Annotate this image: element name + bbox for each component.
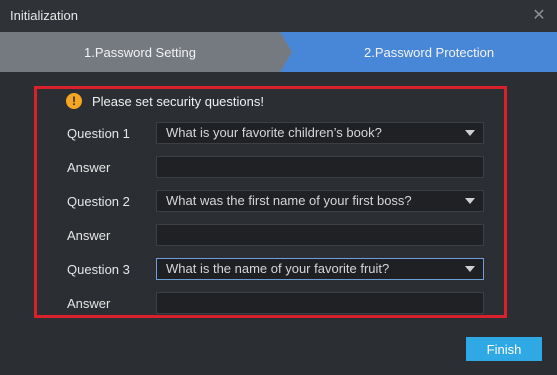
window-title: Initialization bbox=[10, 8, 78, 23]
step-label-1: 1.Password Setting bbox=[84, 45, 197, 60]
question-3-label: Question 3 bbox=[67, 262, 130, 277]
answer-2-input[interactable] bbox=[156, 224, 484, 246]
question-3-select[interactable]: What is the name of your favorite fruit? bbox=[156, 258, 484, 280]
answer-2-label: Answer bbox=[67, 228, 111, 243]
question-1-value: What is your favorite children’s book? bbox=[166, 125, 382, 140]
answer-3-label: Answer bbox=[67, 296, 111, 311]
question-2-value: What was the first name of your first bo… bbox=[166, 193, 412, 208]
step-password-setting: 1.Password Setting bbox=[0, 32, 292, 72]
question-2-label: Question 2 bbox=[67, 194, 130, 209]
question-1-select[interactable]: What is your favorite children’s book? bbox=[156, 122, 484, 144]
warning-icon: ! bbox=[66, 93, 82, 109]
question-3-value: What is the name of your favorite fruit? bbox=[166, 261, 390, 276]
title-bar: Initialization ✕ bbox=[0, 0, 557, 32]
answer-1-input[interactable] bbox=[156, 156, 484, 178]
step-label-2: 2.Password Protection bbox=[364, 45, 495, 60]
answer-3-input[interactable] bbox=[156, 292, 484, 314]
answer-1-label: Answer bbox=[67, 160, 111, 175]
question-2-select[interactable]: What was the first name of your first bo… bbox=[156, 190, 484, 212]
notice-text: Please set security questions! bbox=[92, 93, 264, 109]
chevron-down-icon bbox=[465, 198, 475, 204]
question-1-label: Question 1 bbox=[67, 126, 130, 141]
chevron-down-icon bbox=[465, 266, 475, 272]
close-icon[interactable]: ✕ bbox=[529, 5, 549, 25]
step-indicator: 1.Password Setting 2.Password Protection bbox=[0, 32, 557, 72]
chevron-down-icon bbox=[465, 130, 475, 136]
security-notice: ! Please set security questions! bbox=[66, 92, 264, 110]
finish-button[interactable]: Finish bbox=[466, 337, 542, 361]
